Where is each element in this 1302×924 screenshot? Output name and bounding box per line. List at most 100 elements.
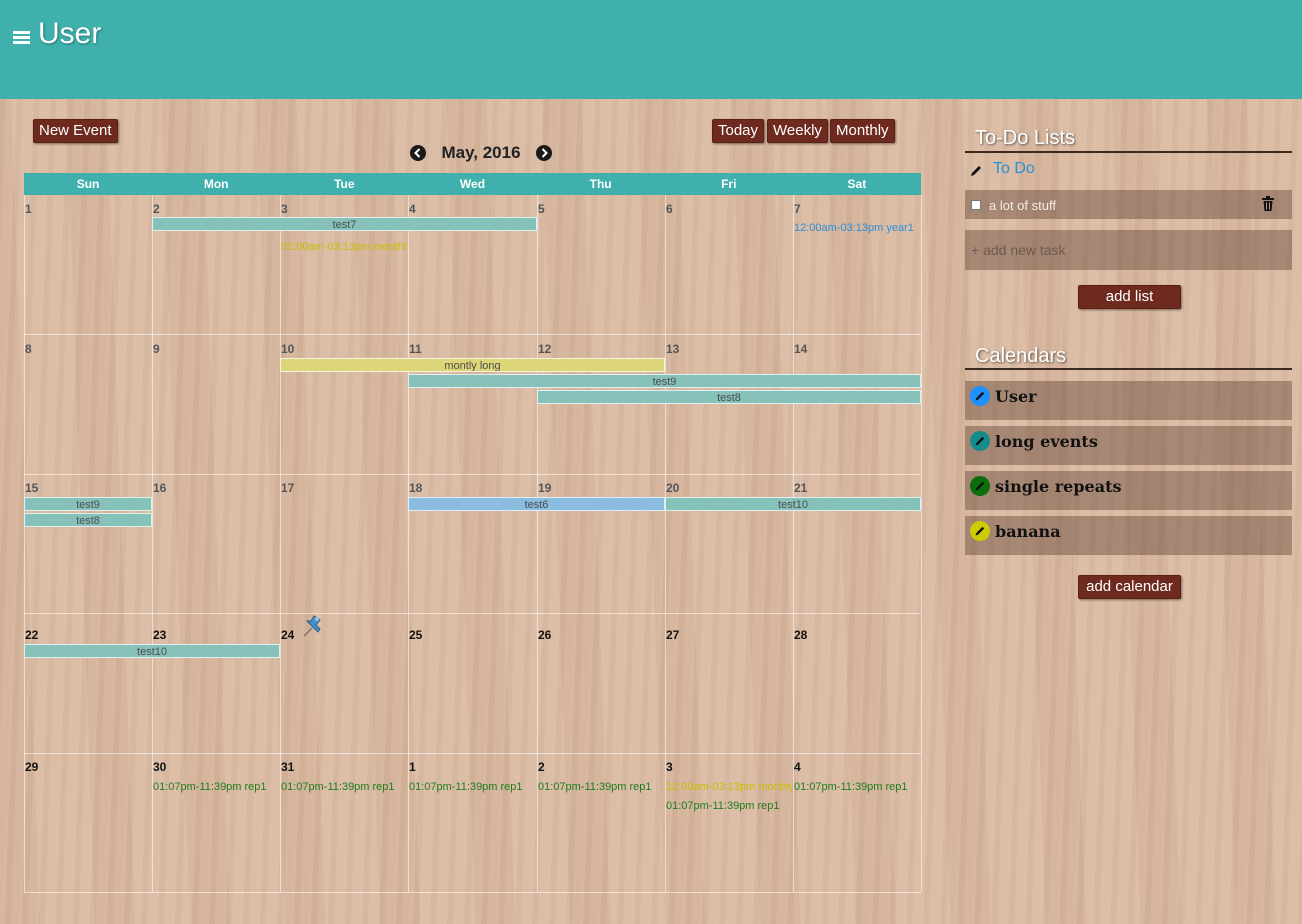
event-bar[interactable]: test10 bbox=[665, 497, 921, 511]
day-number: 24 bbox=[281, 628, 295, 642]
day-number: 31 bbox=[281, 760, 295, 774]
day-number: 29 bbox=[25, 760, 39, 774]
calendar-day-cell[interactable] bbox=[408, 474, 536, 613]
day-number: 10 bbox=[281, 342, 295, 356]
calendar-day-cell[interactable] bbox=[280, 195, 408, 334]
calendar-day-cell[interactable] bbox=[793, 474, 921, 613]
day-number: 18 bbox=[409, 481, 423, 495]
calendar-day-cell[interactable] bbox=[665, 195, 793, 334]
event-bar[interactable]: test9 bbox=[24, 497, 152, 511]
timed-event[interactable]: 01:07pm-11:39pm rep1 bbox=[794, 781, 920, 793]
day-number: 2 bbox=[538, 760, 545, 774]
calendar-edit-pencil-icon[interactable] bbox=[970, 521, 990, 541]
new-task-input[interactable] bbox=[965, 230, 1292, 270]
calendar-edit-pencil-icon[interactable] bbox=[970, 476, 990, 496]
calendar-day-cell[interactable] bbox=[24, 474, 152, 613]
timed-event[interactable]: 01:07pm-11:39pm rep1 bbox=[153, 781, 279, 793]
calendar-day-cell[interactable] bbox=[793, 613, 921, 752]
calendar-day-cell[interactable] bbox=[408, 195, 536, 334]
monthly-button[interactable]: Monthly bbox=[830, 119, 895, 143]
calendar-day-cell[interactable] bbox=[24, 334, 152, 473]
calendar-day-cell[interactable] bbox=[152, 195, 280, 334]
event-bar[interactable]: test8 bbox=[537, 390, 921, 404]
calendar-day-cell[interactable] bbox=[793, 195, 921, 334]
weekday-header-sat: Sat bbox=[847, 177, 867, 191]
event-bar[interactable]: test9 bbox=[408, 374, 921, 388]
calendar-day-cell[interactable] bbox=[665, 753, 793, 892]
weekday-header-sun: Sun bbox=[76, 177, 100, 191]
day-number: 9 bbox=[153, 342, 160, 356]
add-calendar-button[interactable]: add calendar bbox=[1078, 575, 1181, 599]
weekly-button[interactable]: Weekly bbox=[767, 119, 828, 143]
calendars-heading: Calendars bbox=[975, 345, 1067, 367]
calendar-name: single repeats bbox=[995, 477, 1122, 496]
calendar-name: User bbox=[995, 387, 1037, 406]
timed-event[interactable]: 01:07pm-11:39pm rep1 bbox=[409, 781, 535, 793]
weekday-header-wed: Wed bbox=[459, 177, 486, 191]
event-bar[interactable]: test8 bbox=[24, 513, 152, 527]
day-number: 3 bbox=[281, 202, 288, 216]
day-number: 15 bbox=[25, 481, 39, 495]
calendar-day-cell[interactable] bbox=[280, 334, 408, 473]
day-number: 25 bbox=[409, 628, 423, 642]
calendar-day-cell[interactable] bbox=[152, 613, 280, 752]
calendar-edit-pencil-icon[interactable] bbox=[970, 431, 990, 451]
timed-event[interactable]: 01:07pm-11:39pm rep1 bbox=[538, 781, 664, 793]
calendar-day-cell[interactable] bbox=[152, 753, 280, 892]
chevron-right-icon[interactable] bbox=[536, 145, 552, 161]
timed-event[interactable]: 01:07pm-11:39pm rep1 bbox=[666, 800, 792, 812]
day-number: 30 bbox=[153, 760, 167, 774]
calendar-day-cell[interactable] bbox=[24, 753, 152, 892]
month-label: May, 2016 bbox=[441, 143, 521, 162]
today-button[interactable]: Today bbox=[712, 119, 765, 143]
calendar-day-cell[interactable] bbox=[665, 474, 793, 613]
calendar-day-cell[interactable] bbox=[537, 613, 665, 752]
calendar-day-cell[interactable] bbox=[280, 474, 408, 613]
calendar-day-cell[interactable] bbox=[408, 753, 536, 892]
calendar-day-cell[interactable] bbox=[537, 753, 665, 892]
timed-event[interactable]: 12:00am-03:13pm monthy1 bbox=[666, 781, 792, 793]
task-checkbox[interactable] bbox=[971, 200, 981, 210]
hamburger-menu-icon[interactable] bbox=[13, 31, 30, 45]
calendar-day-cell[interactable] bbox=[408, 334, 536, 473]
timed-event[interactable]: 12:00am-03:13pm year1 bbox=[794, 222, 920, 234]
chevron-left-icon[interactable] bbox=[410, 145, 426, 161]
calendar-day-cell[interactable] bbox=[24, 195, 152, 334]
timed-event[interactable]: 01:07pm-11:39pm rep1 bbox=[281, 781, 407, 793]
calendar-day-cell[interactable] bbox=[408, 613, 536, 752]
calendar-edit-pencil-icon[interactable] bbox=[970, 386, 990, 406]
day-number: 27 bbox=[666, 628, 680, 642]
pencil-icon[interactable] bbox=[969, 164, 983, 178]
calendar-day-cell[interactable] bbox=[280, 753, 408, 892]
day-number: 4 bbox=[409, 202, 416, 216]
todo-list-link[interactable]: To Do bbox=[993, 160, 1035, 178]
add-list-button[interactable]: add list bbox=[1078, 285, 1181, 309]
calendar-name: banana bbox=[995, 522, 1061, 541]
day-number: 1 bbox=[409, 760, 416, 774]
event-bar[interactable]: test10 bbox=[24, 644, 280, 658]
grid-line bbox=[921, 195, 922, 892]
day-number: 11 bbox=[409, 342, 422, 356]
day-number: 1 bbox=[25, 202, 32, 216]
event-bar[interactable]: montly long bbox=[280, 358, 665, 372]
calendars-divider bbox=[965, 368, 1292, 370]
calendar-day-cell[interactable] bbox=[24, 613, 152, 752]
weekday-header-tue: Tue bbox=[334, 177, 355, 191]
grid-line bbox=[24, 892, 921, 893]
calendar-day-cell[interactable] bbox=[665, 613, 793, 752]
day-number: 8 bbox=[25, 342, 32, 356]
timed-event[interactable]: 01:00am-03:13pm monthly1 bbox=[281, 241, 407, 253]
event-bar[interactable]: test7 bbox=[152, 217, 537, 231]
day-number: 21 bbox=[794, 481, 808, 495]
calendar-day-cell[interactable] bbox=[537, 195, 665, 334]
trash-icon[interactable] bbox=[1261, 196, 1275, 212]
day-number: 13 bbox=[666, 342, 680, 356]
todo-divider bbox=[965, 151, 1292, 153]
calendar-day-cell[interactable] bbox=[537, 474, 665, 613]
calendar-day-cell[interactable] bbox=[152, 334, 280, 473]
calendar-day-cell[interactable] bbox=[793, 753, 921, 892]
day-number: 7 bbox=[794, 202, 801, 216]
new-event-button[interactable]: New Event bbox=[33, 119, 118, 143]
event-bar[interactable]: test6 bbox=[408, 497, 665, 511]
calendar-day-cell[interactable] bbox=[152, 474, 280, 613]
